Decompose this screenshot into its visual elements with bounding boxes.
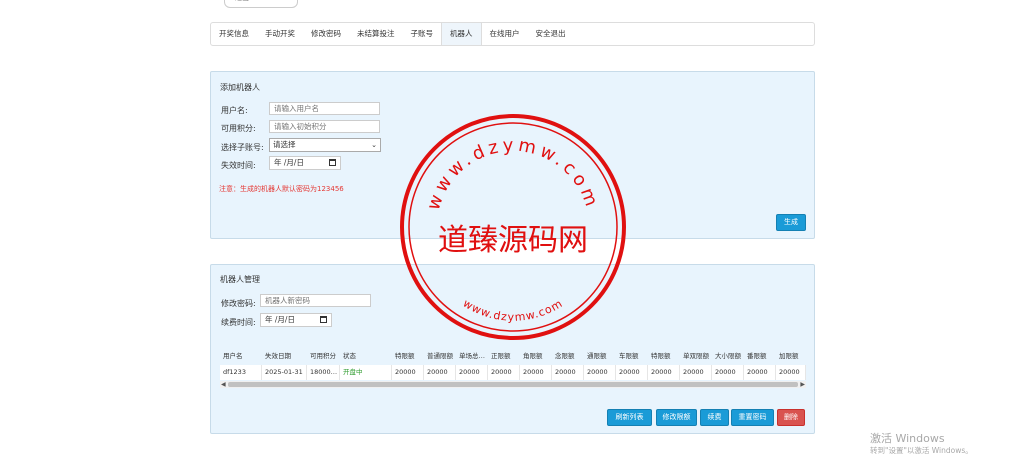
column-header: 用户名 — [223, 352, 243, 360]
scrollbar-thumb[interactable] — [228, 382, 798, 387]
stamp-bottom-text: www.dzymw.com — [461, 297, 566, 324]
chevron-down-icon: ⌄ — [371, 141, 377, 149]
activate-windows-hint: 转到"设置"以激活 Windows。 — [870, 446, 973, 455]
table-cell: df1233 — [220, 365, 262, 380]
table-cell: 20000 — [712, 365, 744, 380]
top-fragment-box: 退出 … — [224, 0, 298, 8]
stamp-center-text: 道臻源码网 — [438, 223, 588, 258]
table-cell: 20000 — [616, 365, 648, 380]
tab-unsettled-bets[interactable]: 未结算投注 — [349, 23, 403, 45]
stamp-top-text: www.dzymw.com — [423, 135, 603, 213]
renew-date-value: 年 /月/日 — [265, 315, 295, 324]
tab-logout[interactable]: 安全退出 — [528, 23, 574, 45]
points-input[interactable] — [269, 120, 380, 133]
column-header: 通限额 — [587, 352, 607, 360]
table-cell: 20000 — [488, 365, 520, 380]
username-label: 用户名: — [221, 106, 248, 115]
table-cell: 2025-01-31 — [262, 365, 307, 380]
top-fragment-left: 退出 — [235, 0, 249, 3]
refresh-list-button[interactable]: 刷新列表 — [607, 409, 652, 426]
delete-button[interactable]: 删除 — [777, 409, 805, 426]
calendar-icon[interactable] — [329, 159, 336, 166]
column-header: 加限额 — [779, 352, 799, 360]
scroll-right-icon[interactable]: ▶ — [800, 381, 805, 388]
main-tabs: 开奖信息 手动开奖 修改密码 未结算投注 子账号 机器人 在线用户 安全退出 — [210, 22, 815, 46]
column-header: 单场总… — [459, 352, 485, 360]
tab-subaccount[interactable]: 子账号 — [403, 23, 442, 45]
top-fragment-right: … — [275, 0, 282, 1]
column-header: 念限额 — [555, 352, 575, 360]
table-cell: 20000 — [776, 365, 806, 380]
table-header: 用户名 失效日期 可用积分 状态 特限额 普通限额 单场总… 正限额 角限额 念限额 通限额 车限额 特… — [220, 349, 806, 364]
table-cell: 20000 — [520, 365, 552, 380]
column-header: 车限额 — [619, 352, 639, 360]
table-cell: 18000… — [307, 365, 340, 380]
expire-date-value: 年 /月/日 — [274, 158, 304, 167]
modify-limit-button[interactable]: 修改限额 — [656, 409, 697, 426]
table-cell: 20000 — [680, 365, 712, 380]
add-robot-title: 添加机器人 — [220, 83, 260, 92]
tab-online-users[interactable]: 在线用户 — [482, 23, 528, 45]
column-header: 特限额 — [395, 352, 415, 360]
new-password-label: 修改密码: — [221, 299, 256, 308]
renew-label: 续费时间: — [221, 318, 256, 327]
tab-robot[interactable]: 机器人 — [441, 23, 482, 45]
table-cell: 20000 — [456, 365, 488, 380]
calendar-icon[interactable] — [320, 316, 327, 323]
status-cell: 开盘中 — [340, 365, 392, 380]
stamp-watermark: www.dzymw.com 道臻源码网 www.dzymw.com — [400, 114, 626, 340]
robot-manage-title: 机器人管理 — [220, 275, 260, 284]
column-header: 角限额 — [523, 352, 543, 360]
tab-lottery-info[interactable]: 开奖信息 — [211, 23, 257, 45]
tab-change-password[interactable]: 修改密码 — [303, 23, 349, 45]
renew-button[interactable]: 续费 — [700, 409, 729, 426]
expire-label: 失效时间: — [221, 161, 256, 170]
table-cell: 20000 — [552, 365, 584, 380]
column-header: 正限额 — [491, 352, 511, 360]
username-input[interactable] — [269, 102, 380, 115]
table-cell: 20000 — [648, 365, 680, 380]
column-header: 失效日期 — [265, 352, 291, 360]
points-label: 可用积分: — [221, 124, 256, 133]
scroll-left-icon[interactable]: ◀ — [221, 381, 226, 388]
activate-windows-title: 激活 Windows — [870, 432, 945, 445]
table-cell: 20000 — [424, 365, 456, 380]
subaccount-label: 选择子账号: — [221, 143, 264, 152]
column-header: 普通限额 — [427, 352, 453, 360]
column-header: 状态 — [343, 352, 356, 360]
column-header: 大小限额 — [715, 352, 741, 360]
tab-manual-draw[interactable]: 手动开奖 — [257, 23, 303, 45]
subaccount-select[interactable]: 请选择 ⌄ — [269, 138, 381, 152]
subaccount-selected: 请选择 — [273, 140, 296, 149]
column-header: 可用积分 — [310, 352, 336, 360]
table-cell: 20000 — [744, 365, 776, 380]
expire-date-input[interactable]: 年 /月/日 — [269, 156, 341, 170]
horizontal-scrollbar[interactable]: ◀ ▶ — [220, 381, 806, 388]
reset-password-button[interactable]: 重置密码 — [731, 409, 774, 426]
renew-date-input[interactable]: 年 /月/日 — [260, 313, 332, 327]
column-header: 特限额 — [651, 352, 671, 360]
table-cell: 20000 — [392, 365, 424, 380]
table-cell: 20000 — [584, 365, 616, 380]
column-header: 单双限额 — [683, 352, 709, 360]
table-row[interactable]: df1233 2025-01-31 18000… 开盘中 20000 20000 20000… — [220, 365, 806, 380]
generate-button[interactable]: 生成 — [776, 214, 806, 231]
new-password-input[interactable] — [260, 294, 371, 307]
column-header: 番限额 — [747, 352, 767, 360]
default-password-notice: 注意：生成的机器人默认密码为123456 — [219, 185, 344, 193]
